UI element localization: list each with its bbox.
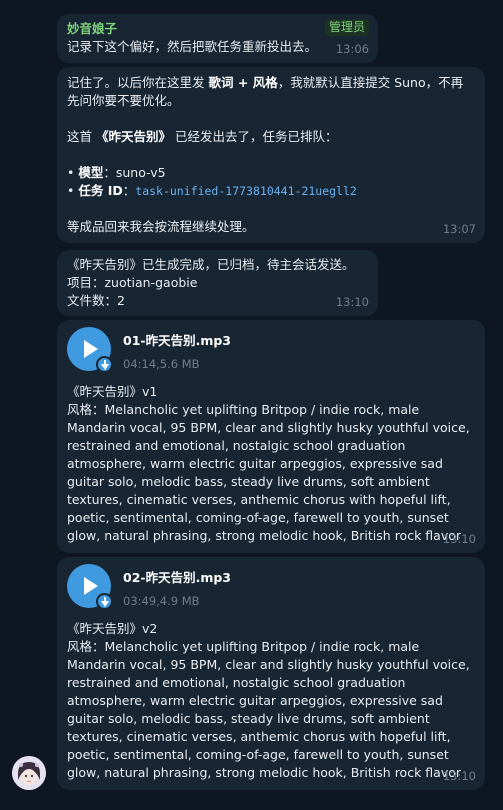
text-segment: ，我就默认直接提交 Suno，不再 bbox=[277, 75, 464, 90]
song-version-title: 《昨天告别》v2 bbox=[67, 621, 158, 636]
message-time: 13:10 bbox=[442, 532, 476, 546]
download-icon[interactable] bbox=[96, 356, 113, 373]
model-label: 模型 bbox=[78, 165, 104, 180]
message-paragraph: 记住了。以后你在这里发 歌词 + 风格，我就默认直接提交 Suno，不再 先问你… bbox=[67, 74, 475, 110]
text-segment: 先问你要不要优化。 bbox=[67, 93, 180, 108]
text-segment: + bbox=[233, 75, 253, 90]
model-line: • 模型：suno-v5 bbox=[67, 165, 166, 180]
message-text: 项目：zuotian-gaobie bbox=[67, 275, 198, 290]
audio-file-meta: 04:14,5.6 MB bbox=[123, 357, 200, 371]
audio-player[interactable] bbox=[67, 564, 115, 612]
song-style-text: 风格：Melancholic yet uplifting Britpop / i… bbox=[67, 639, 470, 780]
task-line: • 任务 ID：task-unified-1773810441-21uegll2 bbox=[67, 183, 357, 198]
message-bubble-3: 《昨天告别》已生成完成，已归档，待主会话发送。 项目：zuotian-gaobi… bbox=[57, 250, 378, 316]
download-icon[interactable] bbox=[96, 593, 113, 610]
avatar[interactable] bbox=[12, 756, 46, 790]
bold-song-title: 《昨天告别》 bbox=[95, 129, 171, 144]
message-paragraph: 这首 《昨天告别》 已经发出去了，任务已排队： bbox=[67, 128, 475, 146]
audio-message-1: 01-昨天告别.mp3 04:14,5.6 MB 《昨天告别》v1 风格：Mel… bbox=[57, 320, 485, 553]
text-segment: ： bbox=[122, 183, 136, 198]
message-time: 13:10 bbox=[335, 295, 369, 309]
bold-style: 风格 bbox=[252, 75, 278, 90]
model-value: ：suno-v5 bbox=[103, 165, 166, 180]
avatar-image bbox=[12, 756, 46, 790]
audio-caption: 《昨天告别》v2 风格：Melancholic yet uplifting Br… bbox=[67, 620, 475, 782]
audio-file-name: 02-昨天告别.mp3 bbox=[123, 570, 232, 585]
message-bubble-1: 妙音娘子 管理员 记录下这个偏好，然后把歌任务重新投出去。 13:06 bbox=[57, 14, 378, 63]
audio-file-name: 01-昨天告别.mp3 bbox=[123, 333, 232, 348]
message-time: 13:07 bbox=[442, 222, 476, 236]
message-time: 13:06 bbox=[335, 42, 369, 56]
message-text: 文件数：2 bbox=[67, 293, 125, 308]
audio-caption: 《昨天告别》v1 风格：Melancholic yet uplifting Br… bbox=[67, 383, 475, 545]
text-segment: 记住了。以后你在这里发 bbox=[67, 75, 209, 90]
task-label: 任务 ID bbox=[78, 183, 123, 198]
audio-file-meta: 03:49,4.9 MB bbox=[123, 594, 200, 608]
message-bubble-2: 记住了。以后你在这里发 歌词 + 风格，我就默认直接提交 Suno，不再 先问你… bbox=[57, 67, 485, 243]
song-style-text: 风格：Melancholic yet uplifting Britpop / i… bbox=[67, 402, 470, 543]
song-version-title: 《昨天告别》v1 bbox=[67, 384, 158, 399]
sender-name[interactable]: 妙音娘子 bbox=[67, 20, 368, 38]
message-time: 13:10 bbox=[442, 769, 476, 783]
bold-lyrics: 歌词 bbox=[208, 75, 234, 90]
message-text: 《昨天告别》已生成完成，已归档，待主会话发送。 bbox=[67, 257, 355, 272]
message-paragraph: 等成品回来我会按流程继续处理。 bbox=[67, 219, 255, 234]
admin-badge: 管理员 bbox=[324, 19, 369, 36]
task-id-code[interactable]: task-unified-1773810441-21uegll2 bbox=[135, 184, 357, 198]
message-text: 记录下这个偏好，然后把歌任务重新投出去。 bbox=[67, 39, 318, 54]
audio-player[interactable] bbox=[67, 327, 115, 375]
text-segment: 这首 bbox=[67, 129, 96, 144]
audio-message-2: 02-昨天告别.mp3 03:49,4.9 MB 《昨天告别》v2 风格：Mel… bbox=[57, 557, 485, 790]
text-segment: 已经发出去了，任务已排队： bbox=[171, 129, 338, 144]
